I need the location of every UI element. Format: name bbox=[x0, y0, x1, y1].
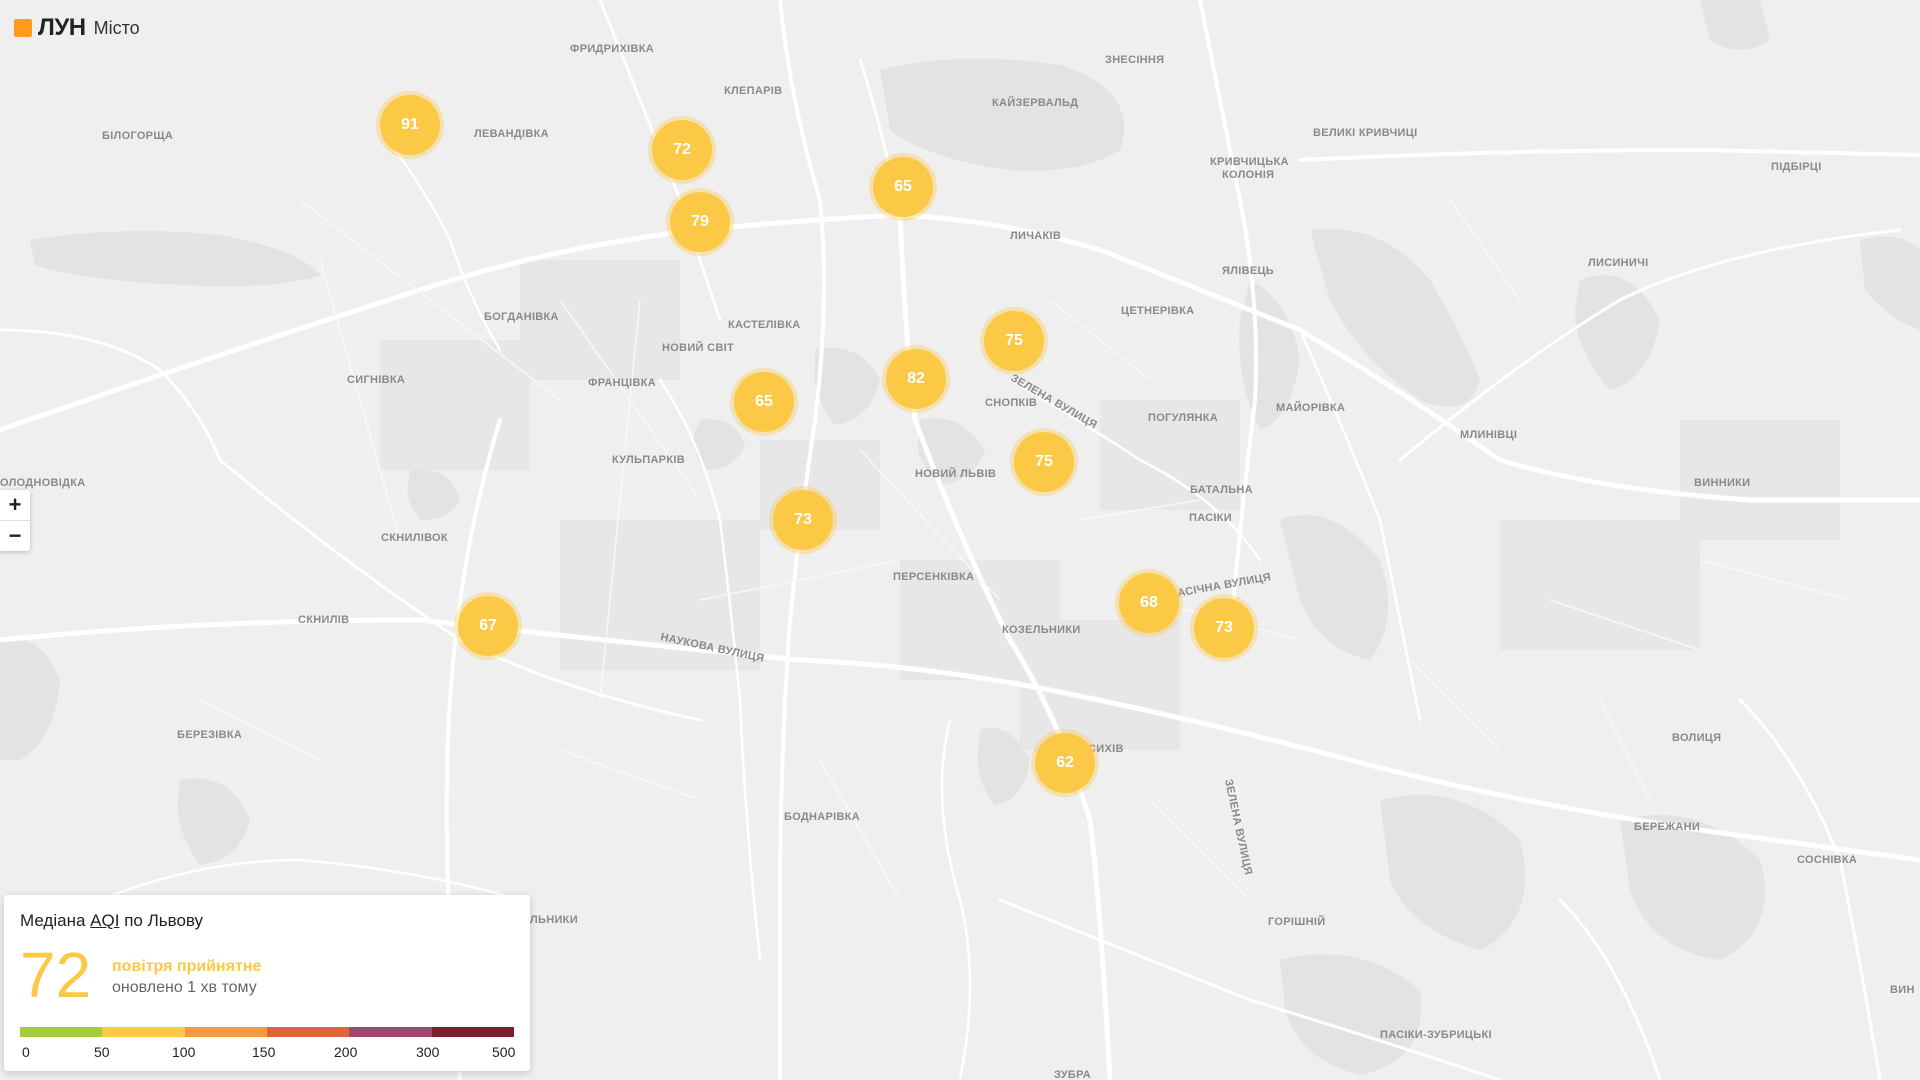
district-label: БЕРЕЖАНИ bbox=[1634, 821, 1700, 833]
aqi-cluster-marker[interactable]: 75 bbox=[984, 311, 1044, 371]
logo-square-icon bbox=[14, 19, 32, 37]
aqi-color-scale bbox=[20, 1027, 514, 1037]
aqi-cluster-marker[interactable]: 79 bbox=[670, 192, 730, 252]
aqi-cluster-marker[interactable]: 67 bbox=[458, 596, 518, 656]
district-label: МЛИНІВЦІ bbox=[1460, 429, 1517, 441]
aqi-cluster-marker[interactable]: 65 bbox=[873, 157, 933, 217]
aqi-cluster-marker[interactable]: 68 bbox=[1119, 573, 1179, 633]
district-label: ПАСІКИ bbox=[1189, 512, 1232, 524]
logo-subtitle: Місто bbox=[93, 18, 140, 38]
district-label: СИГНІВКА bbox=[347, 374, 405, 386]
zoom-control: + − bbox=[0, 490, 30, 551]
median-aqi-value: 72 bbox=[20, 939, 92, 1011]
district-label: ЗНЕСІННЯ bbox=[1105, 54, 1164, 66]
scale-tick-label: 300 bbox=[416, 1044, 440, 1060]
title-suffix: по Львову bbox=[124, 911, 204, 930]
zoom-out-button[interactable]: − bbox=[0, 521, 30, 551]
aqi-cluster-marker[interactable]: 73 bbox=[773, 490, 833, 550]
scale-tick-label: 150 bbox=[252, 1044, 276, 1060]
district-label: БОГДАНІВКА bbox=[484, 311, 559, 323]
district-label: ЗУБРА bbox=[1054, 1069, 1091, 1080]
aqi-cluster-marker[interactable]: 65 bbox=[734, 372, 794, 432]
last-updated: оновлено 1 хв тому bbox=[112, 979, 257, 996]
scale-tick-label: 500 bbox=[492, 1044, 516, 1060]
scale-segment bbox=[349, 1027, 432, 1037]
scale-tick-label: 0 bbox=[22, 1044, 30, 1060]
district-label: ПАСІКИ-ЗУБРИЦЬКІ bbox=[1380, 1029, 1492, 1041]
district-label: БЕРЕЗІВКА bbox=[177, 729, 242, 741]
aqi-cluster-marker[interactable]: 75 bbox=[1014, 432, 1074, 492]
scale-segment bbox=[266, 1027, 350, 1037]
district-label: БАТАЛЬНА bbox=[1190, 484, 1253, 496]
district-label: ВИННИКИ bbox=[1694, 477, 1750, 489]
district-label: ПЕРСЕНКІВКА bbox=[893, 571, 974, 583]
aqi-cluster-marker[interactable]: 73 bbox=[1194, 598, 1254, 658]
district-label: БІЛОГОРЩА bbox=[102, 130, 173, 142]
district-label: КУЛЬПАРКІВ bbox=[612, 454, 685, 466]
district-label: ГОРІШНІЙ bbox=[1268, 915, 1325, 928]
aqi-scale-labels: 0 50 100 150 200 300 500 bbox=[20, 1044, 516, 1060]
aqi-summary-panel: Медіана AQI по Львову 72 повітря прийнят… bbox=[4, 895, 530, 1071]
district-label: ЛИЧАКІВ bbox=[1010, 230, 1061, 242]
district-label: ЦЕТНЕРІВКА bbox=[1121, 305, 1194, 317]
district-label: СОСНІВКА bbox=[1797, 854, 1857, 866]
district-label: ВОЛИЦЯ bbox=[1672, 732, 1721, 744]
aqi-cluster-marker[interactable]: 62 bbox=[1035, 733, 1095, 793]
zoom-in-button[interactable]: + bbox=[0, 490, 30, 521]
air-quality-status: повітря прийнятне bbox=[112, 958, 262, 975]
district-label: КОЛОНІЯ bbox=[1222, 169, 1274, 181]
district-label: ВЕЛИКІ КРИВЧИЦІ bbox=[1313, 127, 1417, 139]
district-label: КАСТЕЛІВКА bbox=[728, 319, 801, 331]
district-label: КЛЕПАРІВ bbox=[724, 85, 782, 97]
district-label: НОВИЙ СВІТ bbox=[662, 341, 734, 354]
district-label: СНОПКІВ bbox=[985, 397, 1037, 409]
district-label: КАЙЗЕРВАЛЬД bbox=[992, 96, 1078, 109]
district-label: СКНИЛІВОК bbox=[381, 532, 448, 544]
title-prefix: Медіана bbox=[20, 911, 86, 930]
district-label: ЛЕВАНДІВКА bbox=[474, 128, 549, 140]
scale-tick-label: 200 bbox=[334, 1044, 358, 1060]
district-label: ФРАНЦІВКА bbox=[588, 377, 656, 389]
lun-logo[interactable]: ЛУН Місто bbox=[14, 16, 140, 40]
district-label: МАЙОРІВКА bbox=[1276, 401, 1345, 414]
district-label: ПОГУЛЯНКА bbox=[1148, 412, 1218, 424]
district-label: КОЗЕЛЬНИКИ bbox=[1002, 624, 1081, 636]
scale-tick-label: 100 bbox=[172, 1044, 196, 1060]
district-label: СКНИЛІВ bbox=[298, 614, 349, 626]
panel-title: Медіана AQI по Львову bbox=[20, 911, 203, 931]
scale-segment bbox=[102, 1027, 185, 1037]
aqi-info-link[interactable]: AQI bbox=[90, 911, 119, 930]
district-label: ОЛОДНОВІДКА bbox=[0, 477, 86, 489]
aqi-cluster-marker[interactable]: 72 bbox=[652, 120, 712, 180]
district-label: ЯЛІВЕЦЬ bbox=[1222, 265, 1274, 277]
district-label: ЛИСИНИЧІ bbox=[1588, 257, 1649, 269]
aqi-cluster-marker[interactable]: 91 bbox=[380, 95, 440, 155]
district-label: БОДНАРІВКА bbox=[784, 811, 860, 823]
district-label: ФРИДРИХІВКА bbox=[570, 43, 654, 55]
district-label: ПІДБІРЦІ bbox=[1771, 161, 1822, 173]
district-label: НОВИЙ ЛЬВІВ bbox=[915, 467, 996, 480]
logo-brand: ЛУН bbox=[38, 14, 86, 41]
district-label: КРИВЧИЦЬКА bbox=[1210, 156, 1289, 168]
scale-segment bbox=[184, 1027, 267, 1037]
scale-segment bbox=[431, 1027, 514, 1037]
scale-segment bbox=[20, 1027, 103, 1037]
scale-tick-label: 50 bbox=[94, 1044, 110, 1060]
district-label: ЛЬНИКИ bbox=[530, 914, 578, 926]
aqi-cluster-marker[interactable]: 82 bbox=[886, 349, 946, 409]
district-label: ВИН bbox=[1890, 984, 1915, 996]
